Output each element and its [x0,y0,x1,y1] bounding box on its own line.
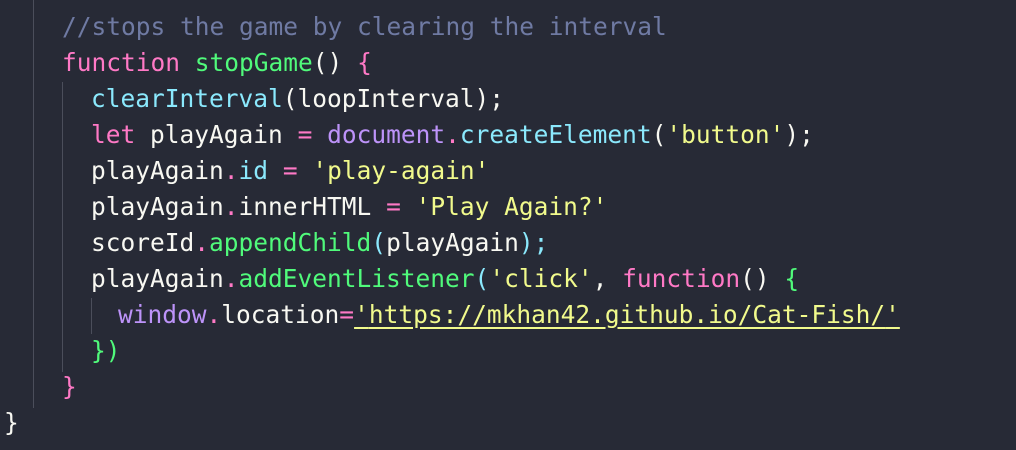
variable: playAgain [91,156,224,185]
quote-close: ' [885,300,900,329]
property: location [221,300,340,329]
string: 'click' [489,264,593,293]
code-line-12[interactable]: } [0,405,19,441]
variable: playAgain [91,264,224,293]
quote-open: ' [354,300,369,329]
open-brace: { [357,48,372,77]
close-paren: ); [474,84,505,113]
code-line-10[interactable]: }) [0,333,121,369]
keyword-let: let [91,120,136,149]
variable: scoreId [91,228,195,257]
object: document [327,120,446,149]
open-paren: ( [651,120,667,149]
url-link[interactable]: https://mkhan42.github.io/Cat-Fish/ [369,300,885,329]
function-call: createElement [459,120,652,149]
parens: () [740,264,770,293]
function-call: addEventListener [238,264,475,293]
code-line-3[interactable]: clearInterval(loopInterval); [0,81,504,117]
close-paren: ); [784,120,814,149]
dot: . [445,120,460,149]
variable: playAgain [150,120,283,149]
code-line-6[interactable]: playAgain.innerHTML = 'Play Again?' [0,189,607,225]
function-call: appendChild [209,228,372,257]
url-string[interactable]: 'https://mkhan42.github.io/Cat-Fish/' [354,300,900,329]
keyword-function: function [62,48,181,77]
object: window [118,300,207,329]
parens: () [312,48,343,77]
comma: , [592,264,608,293]
code-line-11[interactable]: } [0,369,77,405]
keyword-function: function [622,264,741,293]
code-editor[interactable]: //stops the game by clearing the interva… [0,0,1016,450]
close-paren: ); [518,228,549,257]
argument: playAgain [386,228,519,257]
string: 'play-again' [312,156,490,185]
open-paren: ( [474,264,490,293]
code-line-1[interactable]: //stops the game by clearing the interva… [0,9,667,45]
operator: = [339,300,355,329]
property: innerHTML [238,192,372,221]
variable: playAgain [91,192,224,221]
operator: = [282,156,298,185]
operator: = [297,120,313,149]
close-brace: } [4,408,19,437]
code-line-9[interactable]: window.location='https://mkhan42.github.… [0,297,900,333]
property: id [238,156,269,185]
dot: . [223,192,239,221]
open-brace: { [784,264,800,293]
dot: . [223,264,239,293]
close-brace: } [62,372,77,401]
string: 'Play Again?' [415,192,608,221]
operator: = [386,192,401,221]
string: 'button' [666,120,785,149]
comment: //stops the game by clearing the interva… [62,12,667,41]
open-paren: ( [282,84,298,113]
code-line-4[interactable]: let playAgain = document.createElement('… [0,117,814,153]
code-line-8[interactable]: playAgain.addEventListener('click', func… [0,261,799,297]
dot: . [206,300,222,329]
code-line-7[interactable]: scoreId.appendChild(playAgain); [0,225,548,261]
open-paren: ( [371,228,387,257]
function-call: clearInterval [91,84,283,113]
code-line-2[interactable]: function stopGame() { [0,45,372,81]
dot: . [194,228,210,257]
argument: loopInterval [297,84,475,113]
function-name: stopGame [194,48,313,77]
dot: . [223,156,239,185]
close-brace-paren: }) [91,336,121,365]
code-line-5[interactable]: playAgain.id = 'play-again' [0,153,489,189]
